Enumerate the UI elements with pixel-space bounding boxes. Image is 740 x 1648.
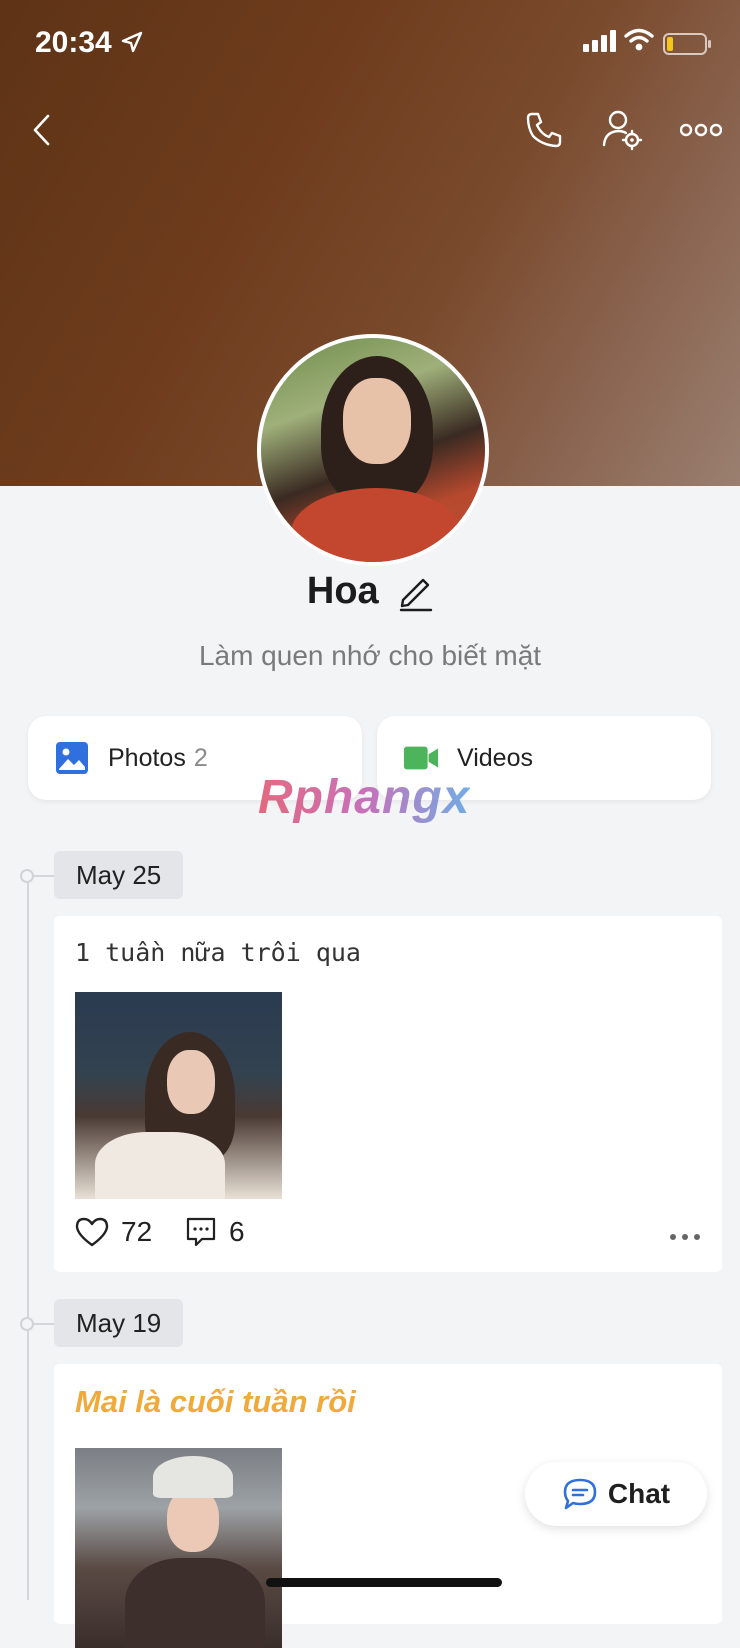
comment-icon	[186, 1217, 216, 1247]
timeline-dot	[20, 1317, 34, 1331]
chat-button[interactable]: Chat	[525, 1462, 707, 1526]
post-photo-face	[167, 1050, 215, 1114]
avatar-photo-shirt	[291, 488, 461, 562]
status-bar: 20:34	[0, 0, 740, 90]
post-text: 1 tuần nữa trôi qua	[75, 938, 361, 967]
comment-button[interactable]: 6	[185, 1216, 245, 1248]
post-date-chip: May 25	[54, 851, 184, 899]
post-text: Mai là cuối tuần rồi	[75, 1384, 356, 1419]
post-photo-jacket	[125, 1558, 265, 1648]
profile-name: Hoa	[306, 570, 379, 612]
timeline-dot	[20, 869, 34, 883]
home-indicator[interactable]	[266, 1578, 502, 1587]
watermark-logo: Rphangx	[258, 771, 471, 824]
post-date-chip: May 19	[54, 1299, 184, 1347]
post-actions: 72 6	[75, 1216, 705, 1256]
chat-button-label: Chat	[607, 1478, 671, 1509]
photos-count: 2	[193, 743, 208, 772]
videos-label: Videos	[457, 743, 533, 772]
voice-call-button[interactable]	[520, 106, 568, 154]
timeline-post[interactable]: 1 tuần nữa trôi qua 72 6	[54, 916, 722, 1272]
timeline-connector	[34, 875, 54, 877]
heart-icon	[75, 1217, 109, 1247]
post-photo[interactable]	[75, 992, 282, 1199]
timeline-line	[27, 876, 29, 1600]
top-nav-bar	[0, 100, 740, 160]
like-count: 72	[121, 1216, 153, 1247]
location-arrow-icon	[121, 31, 143, 53]
battery-icon	[663, 33, 711, 55]
wifi-icon	[624, 28, 654, 51]
profile-settings-button[interactable]	[598, 106, 646, 154]
more-horizontal-icon	[680, 123, 722, 137]
user-settings-icon	[602, 110, 643, 151]
profile-name-row: Hoa	[0, 570, 740, 626]
chat-bubble-icon	[563, 1478, 597, 1510]
post-photo[interactable]	[75, 1448, 282, 1648]
profile-avatar[interactable]	[257, 334, 489, 566]
profile-bio: Làm quen nhớ cho biết mặt	[198, 640, 542, 671]
comment-count: 6	[229, 1216, 245, 1247]
status-time: 20:34	[35, 26, 112, 59]
photos-label: Photos	[108, 743, 186, 772]
photo-gallery-icon	[54, 740, 90, 776]
post-photo-top	[95, 1132, 225, 1199]
chevron-left-icon	[33, 114, 50, 146]
post-photo-cap	[153, 1456, 233, 1498]
timeline-connector	[34, 1323, 54, 1325]
more-horizontal-icon	[670, 1234, 700, 1240]
edit-name-button[interactable]	[397, 572, 433, 612]
phone-icon	[526, 112, 562, 148]
post-more-button[interactable]	[665, 1222, 705, 1252]
cellular-signal-icon	[583, 30, 616, 52]
avatar-photo-face	[343, 378, 411, 464]
back-button[interactable]	[20, 108, 64, 152]
more-options-button[interactable]	[676, 106, 726, 154]
pencil-icon	[399, 578, 433, 611]
like-button[interactable]: 72	[75, 1216, 152, 1248]
